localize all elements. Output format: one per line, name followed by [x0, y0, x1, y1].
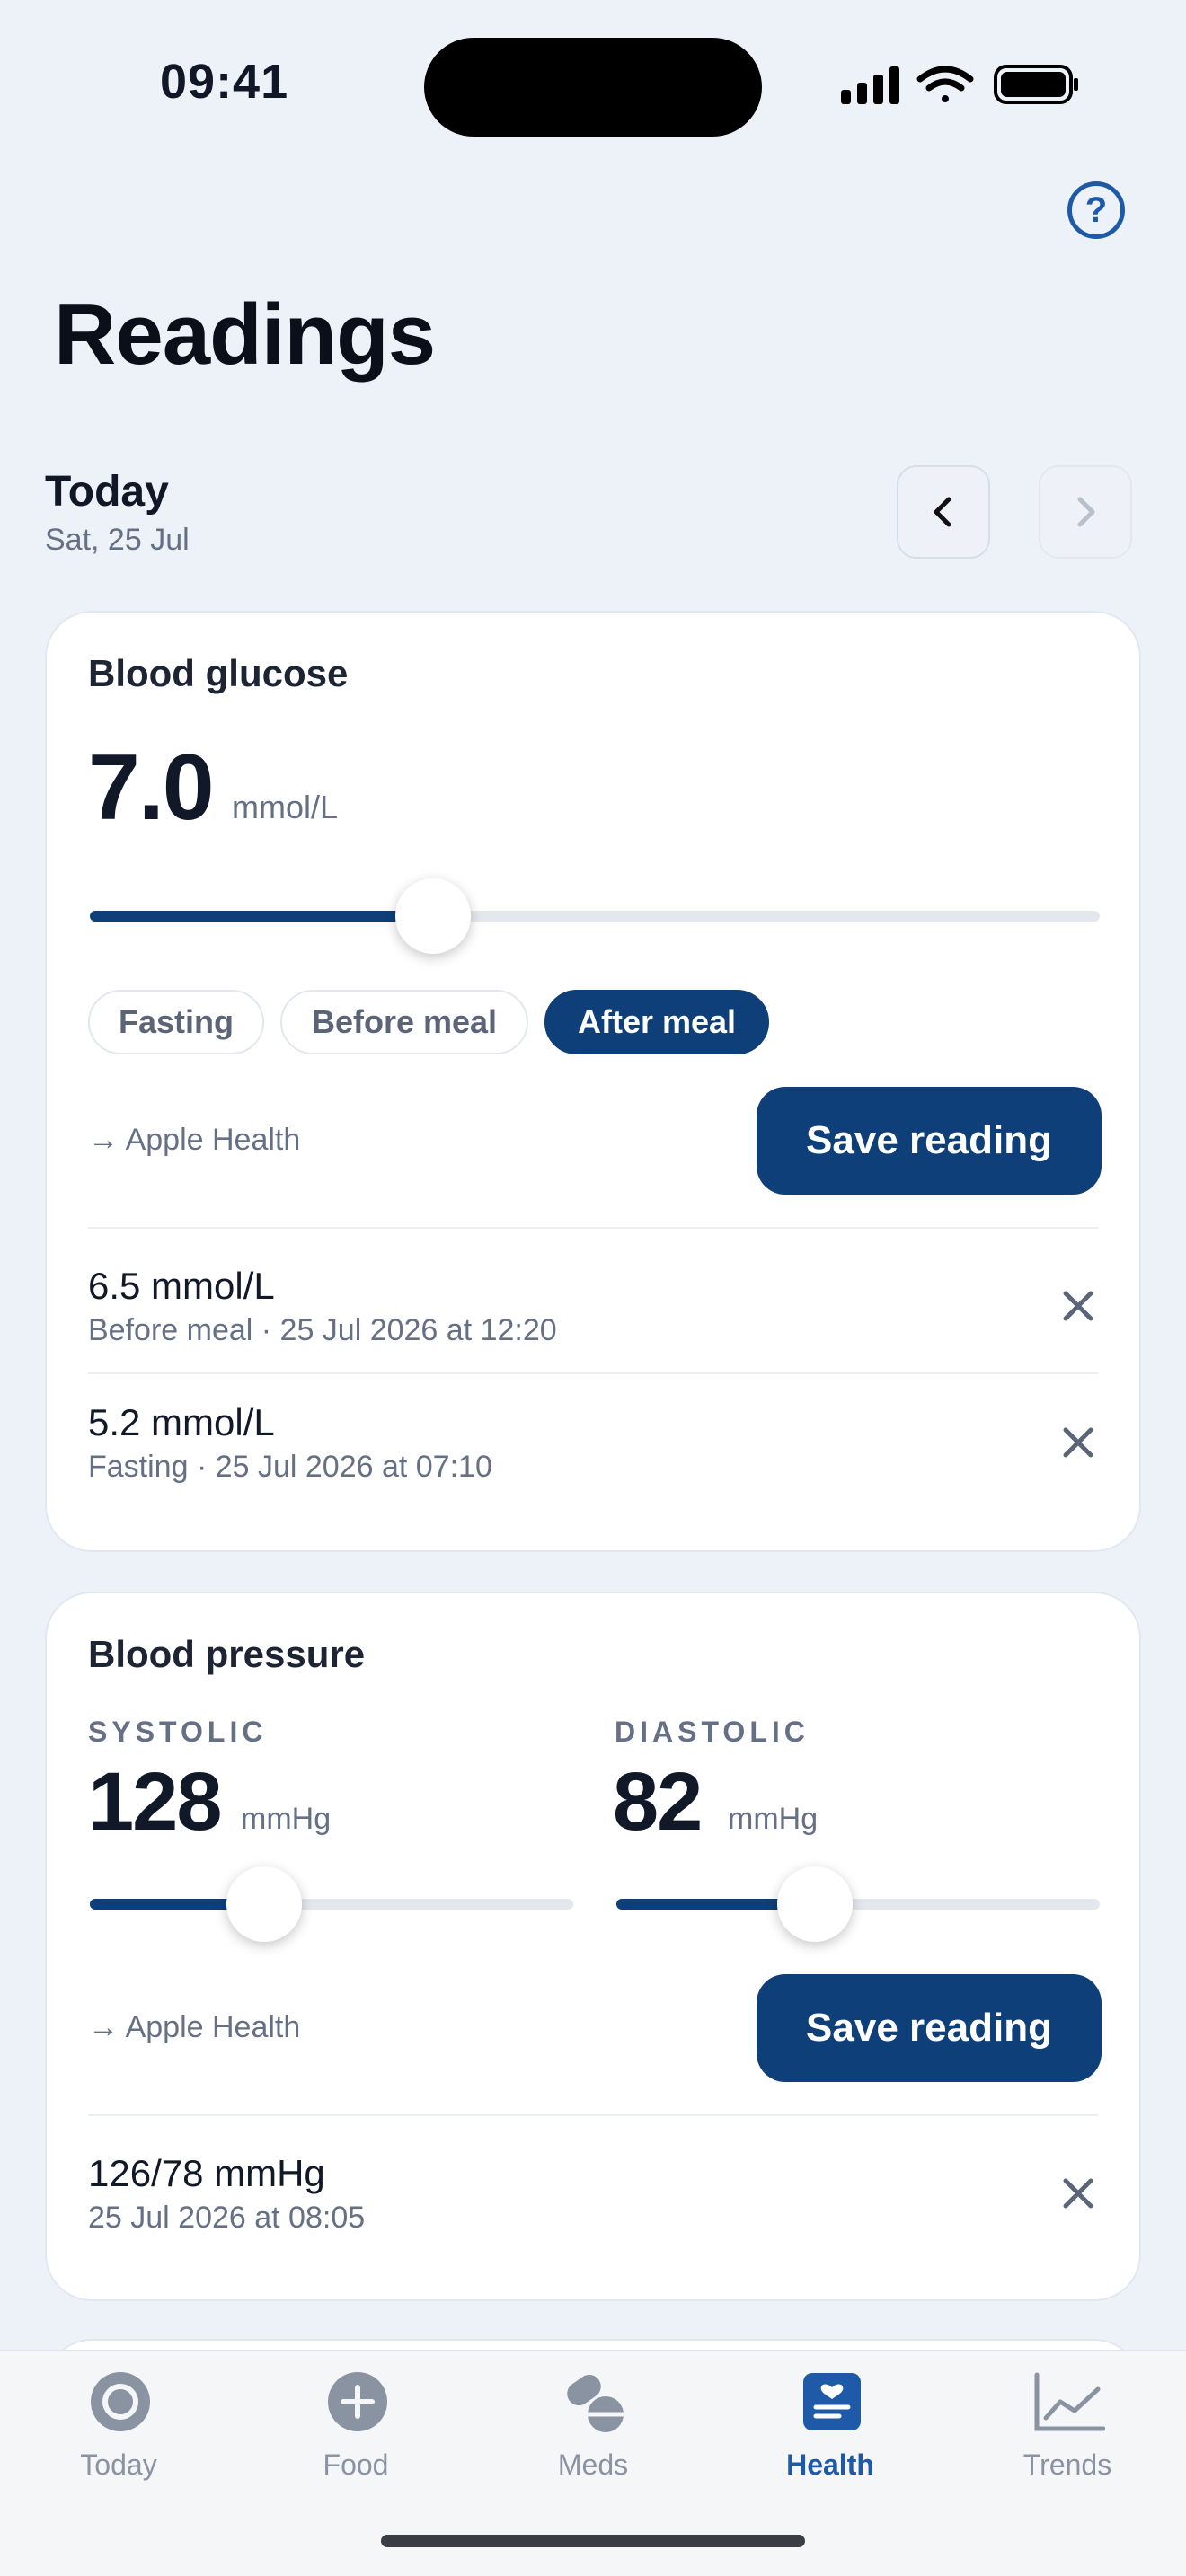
systolic-slider-thumb[interactable]	[226, 1866, 302, 1942]
battery-icon	[994, 65, 1078, 104]
trend-chart-icon	[1034, 2372, 1105, 2431]
apple-health-link[interactable]: → Apple Health	[88, 2010, 300, 2045]
blood-pressure-card: Blood pressure SYSTOLIC 128 mmHg DIASTOL…	[45, 1592, 1141, 2301]
bp-card-title: Blood pressure	[88, 1633, 366, 1675]
glucose-entry-value: 6.5 mmol/L	[88, 1265, 275, 1307]
tab-meds[interactable]: Meds	[474, 2351, 712, 2495]
glucose-card-title: Blood glucose	[88, 652, 349, 694]
status-icons	[841, 65, 1078, 104]
glucose-slider[interactable]	[90, 911, 1100, 922]
next-day-button[interactable]	[1039, 465, 1132, 559]
chip-before-meal[interactable]: Before meal	[280, 990, 528, 1054]
previous-day-button[interactable]	[897, 465, 990, 559]
save-pressure-button[interactable]: Save reading	[757, 1974, 1102, 2082]
systolic-value: 128	[88, 1756, 222, 1848]
chip-after-meal[interactable]: After meal	[544, 990, 769, 1054]
today-ring-icon	[91, 2372, 150, 2431]
plus-circle-icon	[328, 2372, 387, 2431]
systolic-unit: mmHg	[241, 1802, 332, 1836]
bp-entry-value: 126/78 mmHg	[88, 2152, 325, 2194]
divider	[88, 1227, 1098, 1229]
tab-food[interactable]: Food	[237, 2351, 474, 2495]
dynamic-island	[424, 38, 762, 137]
blood-glucose-card: Blood glucose 7.0 mmol/L Fasting Before …	[45, 611, 1141, 1552]
chip-fasting[interactable]: Fasting	[88, 990, 264, 1054]
apple-health-link[interactable]: → Apple Health	[88, 1123, 300, 1158]
glucose-slider-fill	[90, 911, 434, 922]
delete-entry-icon[interactable]	[1057, 1284, 1100, 1328]
tab-label: Today	[80, 2448, 157, 2481]
status-time: 09:41	[160, 55, 289, 109]
readings-screen: 09:41 ? Readings Today Sat, 25 Jul Blood	[0, 0, 1186, 2576]
glucose-entry-value: 5.2 mmol/L	[88, 1401, 275, 1443]
glucose-slider-thumb[interactable]	[395, 878, 472, 954]
tab-health[interactable]: Health	[712, 2351, 949, 2495]
delete-entry-icon[interactable]	[1057, 1421, 1100, 1464]
tab-label: Food	[323, 2448, 389, 2481]
glucose-unit: mmol/L	[232, 789, 339, 825]
bp-entry-meta: 25 Jul 2026 at 08:05	[88, 2201, 366, 2235]
question-icon: ?	[1084, 190, 1108, 230]
divider	[88, 2114, 1098, 2116]
tab-label: Health	[786, 2448, 874, 2481]
pills-icon	[567, 2374, 624, 2432]
diastolic-slider-thumb[interactable]	[776, 1866, 853, 1942]
help-button[interactable]: ?	[1067, 181, 1125, 239]
tab-label: Meds	[557, 2448, 629, 2481]
systolic-label: SYSTOLIC	[88, 1716, 268, 1748]
glucose-value: 7.0	[88, 736, 215, 840]
save-glucose-button[interactable]: Save reading	[757, 1087, 1102, 1195]
health-clipboard-icon	[803, 2373, 861, 2430]
signal-icon	[841, 66, 899, 104]
diastolic-value: 82	[613, 1756, 703, 1848]
diastolic-label: DIASTOLIC	[615, 1716, 810, 1748]
tab-trends[interactable]: Trends	[949, 2351, 1186, 2495]
chevron-left-icon	[934, 497, 951, 527]
divider	[88, 1372, 1098, 1374]
home-indicator	[381, 2535, 805, 2547]
tab-label: Trends	[1022, 2448, 1112, 2481]
diastolic-unit: mmHg	[728, 1802, 819, 1836]
wifi-icon	[916, 66, 974, 102]
glucose-entry-meta: Fasting · 25 Jul 2026 at 07:10	[88, 1450, 492, 1484]
systolic-slider[interactable]	[90, 1899, 573, 1910]
diastolic-slider[interactable]	[616, 1899, 1100, 1910]
page-title: Readings	[54, 287, 436, 383]
glucose-entry-meta: Before meal · 25 Jul 2026 at 12:20	[88, 1313, 557, 1347]
date-subtitle: Sat, 25 Jul	[45, 523, 190, 557]
delete-entry-icon[interactable]	[1057, 2172, 1100, 2215]
date-title: Today	[45, 468, 169, 516]
tab-today[interactable]: Today	[0, 2351, 237, 2495]
chevron-right-icon	[1077, 497, 1095, 527]
